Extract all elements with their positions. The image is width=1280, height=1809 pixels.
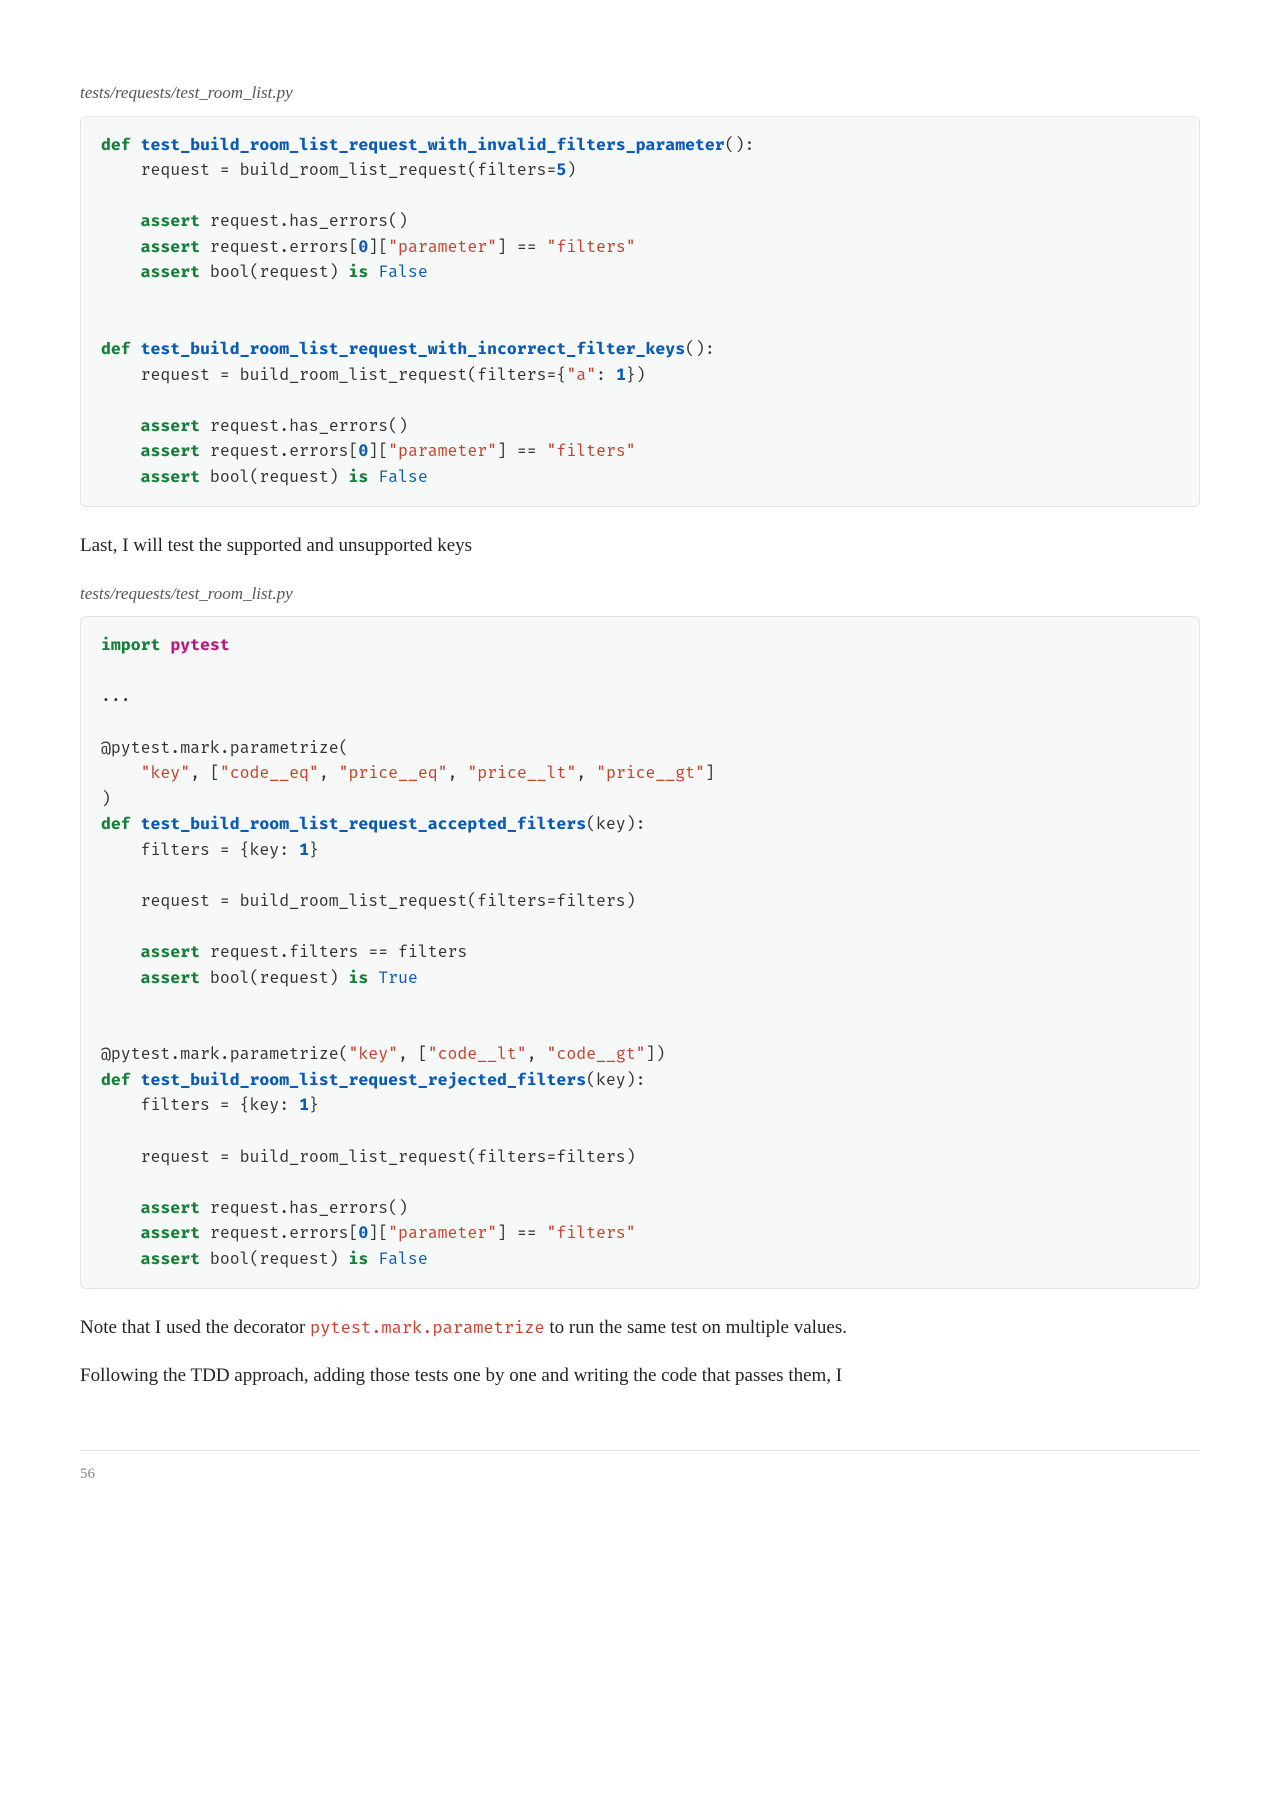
code-caption-1: tests/requests/test_room_list.py xyxy=(80,80,1200,106)
code-block-2: import pytest ... @pytest.mark.parametri… xyxy=(80,616,1200,1289)
body-paragraph-1: Last, I will test the supported and unsu… xyxy=(80,531,1200,560)
inline-code-parametrize: pytest.mark.parametrize xyxy=(310,1317,545,1338)
code-block-1: def test_build_room_list_request_with_in… xyxy=(80,116,1200,508)
body-paragraph-3: Following the TDD approach, adding those… xyxy=(80,1361,1200,1390)
code-caption-2: tests/requests/test_room_list.py xyxy=(80,581,1200,607)
para2-text-pre: Note that I used the decorator xyxy=(80,1317,310,1338)
body-paragraph-2: Note that I used the decorator pytest.ma… xyxy=(80,1313,1200,1342)
page-number: 56 xyxy=(80,1450,1200,1486)
para2-text-post: to run the same test on multiple values. xyxy=(545,1317,847,1338)
